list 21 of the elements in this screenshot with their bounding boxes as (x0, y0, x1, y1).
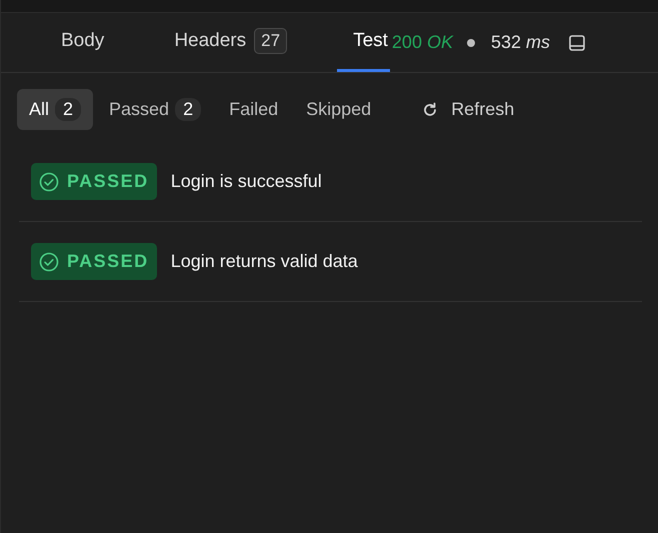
test-name: Login returns valid data (170, 251, 358, 272)
check-circle-icon (39, 252, 59, 272)
filter-tab[interactable]: Passed 2 (97, 89, 214, 130)
separator-dot (466, 38, 475, 46)
count-badge: 2 (175, 98, 202, 121)
tab[interactable]: Test (337, 13, 390, 72)
filter-tab[interactable]: Skipped (294, 90, 384, 129)
count-badge: 27 (254, 28, 288, 54)
tab[interactable]: Body (41, 13, 124, 72)
test-name: Login is successful (170, 171, 322, 192)
filter-tab[interactable]: Failed (217, 90, 290, 129)
status-badge: PASSED (31, 163, 157, 200)
filter-tab[interactable]: All 2 (17, 89, 94, 130)
status-badge: PASSED (31, 243, 157, 280)
tab[interactable]: Headers 27 (154, 13, 308, 72)
status-code: 200 OK (392, 32, 453, 53)
count-badge: 2 (55, 98, 82, 121)
panel-layout-icon[interactable] (568, 34, 586, 52)
refresh-button[interactable]: Refresh (409, 90, 526, 129)
response-time: 532 ms (490, 32, 550, 53)
check-circle-icon (39, 172, 59, 192)
